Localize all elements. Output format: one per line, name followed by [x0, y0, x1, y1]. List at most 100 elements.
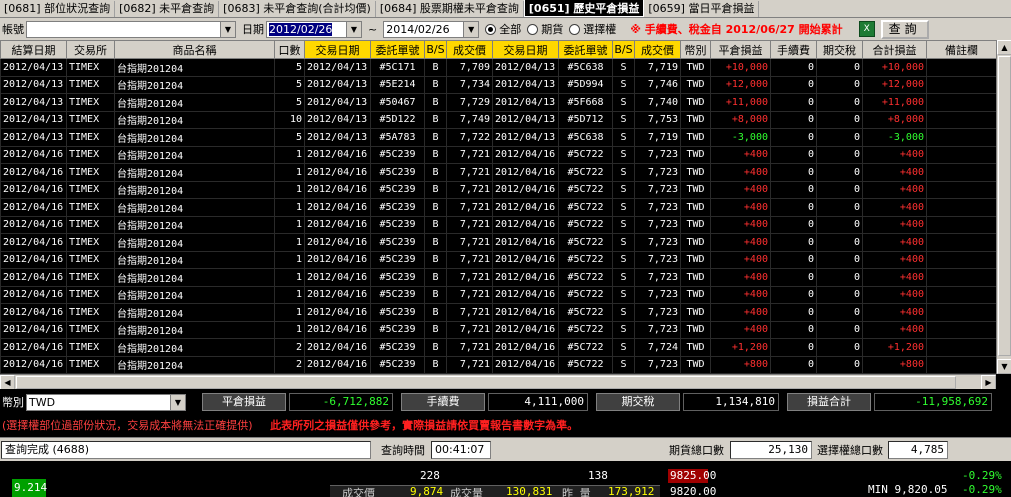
- column-header[interactable]: 成交價: [634, 40, 681, 59]
- table-cell: TWD: [680, 285, 711, 304]
- table-cell: 1: [274, 268, 305, 287]
- total-label: 損益合計: [787, 393, 871, 411]
- date-to-value: 2014/02/26: [386, 22, 450, 36]
- table-cell: B: [424, 285, 447, 304]
- vertical-scrollbar[interactable]: ▲ ▼: [996, 40, 1011, 374]
- radio-options[interactable]: 選擇權: [569, 21, 616, 37]
- account-select[interactable]: ▼: [26, 20, 236, 38]
- table-cell: #5C239: [370, 338, 425, 357]
- table-row[interactable]: 2012/04/16 TIMEX 台指期201204 1 2012/04/16 #5C23…: [0, 303, 996, 322]
- table-cell: #5C239: [370, 355, 425, 374]
- table-row[interactable]: 2012/04/13 TIMEX 台指期201204 5 2012/04/13 #5046…: [0, 93, 996, 112]
- column-header[interactable]: 期交稅: [816, 40, 863, 59]
- table-cell: 5: [274, 75, 305, 94]
- column-header[interactable]: 成交價: [446, 40, 493, 59]
- column-header[interactable]: 平倉損益: [710, 40, 771, 59]
- column-header[interactable]: B/S: [424, 40, 447, 59]
- column-header[interactable]: 備註欄: [926, 40, 996, 59]
- table-row[interactable]: 2012/04/13 TIMEX 台指期201204 5 2012/04/13 #5E21…: [0, 75, 996, 94]
- table-cell: +800: [862, 355, 927, 374]
- chevron-down-icon[interactable]: ▼: [220, 21, 235, 37]
- column-header[interactable]: 結算日期: [0, 40, 67, 59]
- table-cell: #5C638: [558, 58, 613, 77]
- table-row[interactable]: 2012/04/16 TIMEX 台指期201204 1 2012/04/16 #5C23…: [0, 163, 996, 182]
- table-cell: 2012/04/16: [0, 355, 67, 374]
- radio-futures[interactable]: 期貨: [527, 21, 563, 37]
- column-header[interactable]: 口數: [274, 40, 305, 59]
- horizontal-scrollbar[interactable]: ◀ ▶: [0, 374, 996, 390]
- table-cell: 2012/04/16: [304, 338, 371, 357]
- table-row[interactable]: 2012/04/16 TIMEX 台指期201204 1 2012/04/16 #5C23…: [0, 145, 996, 164]
- table-cell: #5C239: [370, 285, 425, 304]
- table-row[interactable]: 2012/04/16 TIMEX 台指期201204 1 2012/04/16 #5C23…: [0, 215, 996, 234]
- tab-0[interactable]: [0681] 部位狀況查詢: [0, 1, 116, 17]
- table-cell: 2012/04/13: [492, 110, 559, 129]
- table-cell: 台指期201204: [114, 198, 275, 217]
- table-row[interactable]: 2012/04/16 TIMEX 台指期201204 1 2012/04/16 #5C23…: [0, 198, 996, 217]
- table-cell: +400: [862, 320, 927, 339]
- scroll-up-icon[interactable]: ▲: [997, 40, 1011, 55]
- table-row[interactable]: 2012/04/16 TIMEX 台指期201204 2 2012/04/16 #5C23…: [0, 355, 996, 374]
- scroll-down-icon[interactable]: ▼: [997, 359, 1011, 374]
- column-header[interactable]: 商品名稱: [114, 40, 275, 59]
- table-row[interactable]: 2012/04/13 TIMEX 台指期201204 10 2012/04/13 #5D1…: [0, 110, 996, 129]
- query-button[interactable]: 查詢: [880, 19, 929, 39]
- hscroll-thumb[interactable]: [16, 376, 956, 389]
- table-cell: 2012/04/16: [0, 303, 67, 322]
- tab-2[interactable]: [0683] 未平倉查詢(合計均價): [219, 1, 376, 17]
- column-header[interactable]: 交易日期: [492, 40, 559, 59]
- table-cell: 0: [816, 285, 863, 304]
- excel-export-icon[interactable]: X: [858, 21, 875, 37]
- scroll-left-icon[interactable]: ◀: [0, 375, 15, 390]
- tab-4[interactable]: [0651] 歷史平倉損益: [523, 0, 645, 17]
- scroll-thumb[interactable]: [998, 56, 1011, 356]
- table-row[interactable]: 2012/04/16 TIMEX 台指期201204 1 2012/04/16 #5C23…: [0, 180, 996, 199]
- tab-5[interactable]: [0659] 當日平倉損益: [644, 1, 760, 17]
- table-cell: TIMEX: [66, 303, 115, 322]
- currency-select[interactable]: TWD ▼: [26, 393, 186, 411]
- table-row[interactable]: 2012/04/16 TIMEX 台指期201204 1 2012/04/16 #5C23…: [0, 233, 996, 252]
- column-header[interactable]: 合計損益: [862, 40, 927, 59]
- table-cell: TIMEX: [66, 128, 115, 147]
- table-cell: +400: [710, 320, 771, 339]
- radio-all[interactable]: 全部: [485, 21, 521, 37]
- table-row[interactable]: 2012/04/16 TIMEX 台指期201204 1 2012/04/16 #5C23…: [0, 250, 996, 269]
- table-cell: 2012/04/13: [492, 75, 559, 94]
- tab-1[interactable]: [0682] 未平倉查詢: [115, 1, 220, 17]
- column-header[interactable]: 手續費: [770, 40, 817, 59]
- column-header[interactable]: 委託單號: [370, 40, 425, 59]
- chevron-down-icon[interactable]: ▼: [170, 394, 185, 410]
- table-row[interactable]: 2012/04/13 TIMEX 台指期201204 5 2012/04/13 #5C17…: [0, 58, 996, 77]
- table-cell: TIMEX: [66, 338, 115, 357]
- table-row[interactable]: 2012/04/16 TIMEX 台指期201204 1 2012/04/16 #5C23…: [0, 285, 996, 304]
- table-cell: 2012/04/16: [492, 233, 559, 252]
- scroll-right-icon[interactable]: ▶: [981, 375, 996, 390]
- table-row[interactable]: 2012/04/16 TIMEX 台指期201204 1 2012/04/16 #5C23…: [0, 320, 996, 339]
- table-cell: TIMEX: [66, 215, 115, 234]
- table-cell: 2012/04/16: [0, 285, 67, 304]
- table-cell: [926, 338, 996, 357]
- tab-3[interactable]: [0684] 股票期權未平倉查詢: [376, 1, 524, 17]
- table-cell: 7,723: [634, 198, 681, 217]
- column-header[interactable]: 交易所: [66, 40, 115, 59]
- chevron-down-icon[interactable]: ▼: [346, 21, 361, 37]
- radio-all-label: 全部: [499, 23, 522, 36]
- column-header[interactable]: 幣別: [680, 40, 711, 59]
- table-cell: 2012/04/16: [492, 355, 559, 374]
- table-row[interactable]: 2012/04/16 TIMEX 台指期201204 2 2012/04/16 #5C23…: [0, 338, 996, 357]
- date-from-picker[interactable]: 2012/02/26 ▼: [266, 20, 362, 38]
- table-cell: S: [612, 58, 635, 77]
- date-to-picker[interactable]: 2014/02/26 ▼: [383, 20, 480, 38]
- column-header[interactable]: 委託單號: [558, 40, 613, 59]
- table-cell: B: [424, 110, 447, 129]
- column-header[interactable]: B/S: [612, 40, 635, 59]
- table-row[interactable]: 2012/04/16 TIMEX 台指期201204 1 2012/04/16 #5C23…: [0, 268, 996, 287]
- column-header[interactable]: 交易日期: [304, 40, 371, 59]
- table-row[interactable]: 2012/04/13 TIMEX 台指期201204 5 2012/04/13 #5A78…: [0, 128, 996, 147]
- table-cell: 5: [274, 128, 305, 147]
- table-cell: [926, 198, 996, 217]
- table-cell: #5D712: [558, 110, 613, 129]
- chevron-down-icon[interactable]: ▼: [463, 21, 479, 37]
- table-cell: TWD: [680, 355, 711, 374]
- tax-label: 期交稅: [596, 393, 680, 411]
